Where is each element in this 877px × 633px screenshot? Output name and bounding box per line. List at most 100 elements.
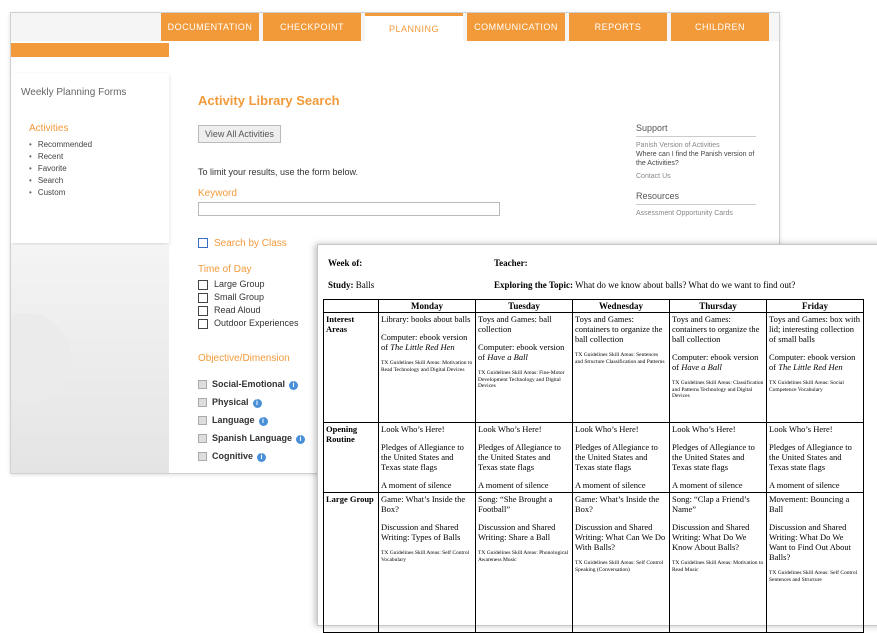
objective-list: Social-Emotional i Physical i Language i Sp… <box>198 375 306 465</box>
option-label: Small Group <box>214 292 265 302</box>
cell-text: Discussion and Shared Writing: What Do W… <box>769 522 851 562</box>
table-row: Interest Areas Library: books about ball… <box>323 312 864 423</box>
tab-reports[interactable]: REPORTS <box>569 13 667 41</box>
objective-label: Spanish Language <box>212 433 293 443</box>
objective-dimension-label: Objective/Dimension <box>198 353 290 364</box>
sidebar-accent-band <box>11 43 169 57</box>
sidebar-item-recent[interactable]: Recent <box>29 151 92 163</box>
info-icon[interactable]: i <box>252 399 262 408</box>
day-header: Tuesday <box>475 299 573 313</box>
sidebar-item-search[interactable]: Search <box>29 175 92 187</box>
cell-text: Toys and Games: containers to organize t… <box>672 314 760 344</box>
option-label: Large Group <box>214 279 265 289</box>
checkbox-outdoor-experiences[interactable]: Outdoor Experiences <box>198 317 299 330</box>
support-heading: Support <box>636 123 756 137</box>
resources-link-assessment[interactable]: Assessment Opportunity Cards <box>636 209 756 218</box>
sidebar-activity-list: Recommended Recent Favorite Search Custo… <box>29 139 92 199</box>
row-label-opening-routine: Opening Routine <box>323 422 379 493</box>
tab-planning[interactable]: PLANNING <box>365 13 463 41</box>
table-cell: Song: “She Brought a Football” Discussion… <box>475 492 573 633</box>
checkbox-small-group[interactable]: Small Group <box>198 291 299 304</box>
expand-icon <box>198 398 207 408</box>
skill-areas: TX Guidelines Skill Areas: Motivation to… <box>381 360 473 373</box>
page-title: Activity Library Search <box>198 93 340 108</box>
expand-icon <box>198 380 207 390</box>
expand-icon <box>198 434 207 444</box>
sidebar-item-weekly-planning-forms[interactable]: Weekly Planning Forms <box>21 87 126 98</box>
day-header: Wednesday <box>572 299 670 313</box>
teacher-label: Teacher: <box>494 258 528 268</box>
cell-text: A moment of silence <box>672 480 743 490</box>
sidebar-item-custom[interactable]: Custom <box>29 187 92 199</box>
info-icon[interactable]: i <box>258 417 268 426</box>
tab-communication[interactable]: COMMUNICATION <box>467 13 565 41</box>
tab-children[interactable]: CHILDREN <box>671 13 769 41</box>
skill-areas: TX Guidelines Skill Areas: Fine-Motor De… <box>478 370 565 389</box>
cell-text: Song: “She Brought a Football” <box>478 494 553 514</box>
cell-text: Game: What’s Inside the Box? <box>381 494 466 514</box>
cell-text: A moment of silence <box>575 480 646 490</box>
weekly-planning-document: Week of: Teacher: Study: Balls Exploring… <box>317 244 877 633</box>
cell-text: Discussion and Shared Writing: What Do W… <box>672 522 750 552</box>
table-cell: Toys and Games: box with lid; interestin… <box>766 312 864 423</box>
skill-areas: TX Guidelines Skill Areas: Self Control … <box>575 560 664 573</box>
time-of-day-options: Large Group Small Group Read Aloud Outdo… <box>198 278 299 330</box>
objective-physical[interactable]: Physical i <box>198 393 305 411</box>
study-label: Study: <box>328 280 354 290</box>
objective-language[interactable]: Language i <box>198 411 305 429</box>
cell-text: Computer: ebook version of The Little Re… <box>381 332 473 352</box>
table-cell: Toys and Games: containers to organize t… <box>669 312 767 423</box>
table-cell: Look Who’s Here! Pledges of Allegiance to… <box>669 422 767 493</box>
sidebar-item-favorite[interactable]: Favorite <box>29 163 92 175</box>
sidebar-item-recommended[interactable]: Recommended <box>29 139 92 151</box>
tab-documentation[interactable]: DOCUMENTATION <box>161 13 259 41</box>
objective-label: Cognitive <box>212 451 254 461</box>
cell-text: Look Who’s Here! <box>769 424 833 434</box>
support-link-faq[interactable]: Where can I find the Panish version of t… <box>636 150 756 168</box>
table-cell: Look Who’s Here! Pledges of Allegiance to… <box>378 422 476 493</box>
tab-checkpoint[interactable]: CHECKPOINT <box>263 13 361 41</box>
info-icon[interactable]: i <box>296 435 306 444</box>
study-value: Balls <box>355 280 375 290</box>
cell-text: Pledges of Allegiance to the United Stat… <box>672 442 755 472</box>
checkbox-icon <box>198 279 208 290</box>
support-link-contact[interactable]: Contact Us <box>636 172 756 181</box>
option-label: Read Aloud <box>214 305 261 315</box>
cell-text: Library: books about balls <box>381 314 471 324</box>
table-cell: Toys and Games: ball collection Computer:… <box>475 312 573 423</box>
book-title: The Little Red Hen <box>778 362 843 372</box>
info-icon[interactable]: i <box>257 453 267 462</box>
checkbox-large-group[interactable]: Large Group <box>198 278 299 291</box>
row-label-large-group: Large Group <box>323 492 379 633</box>
table-cell: Game: What’s Inside the Box? Discussion a… <box>572 492 670 633</box>
table-cell: Song: “Clap a Friend’s Name” Discussion a… <box>669 492 767 633</box>
cell-text: Computer: ebook version of Have a Ball <box>672 352 764 372</box>
view-all-activities-button[interactable]: View All Activities <box>198 125 281 143</box>
table-cell: Look Who’s Here! Pledges of Allegiance to… <box>572 422 670 493</box>
sidebar-section-activities[interactable]: Activities <box>29 123 68 134</box>
cell-text: Look Who’s Here! <box>575 424 639 434</box>
book-title: Have a Ball <box>681 362 722 372</box>
book-title: Have a Ball <box>487 352 528 362</box>
table-cell: Movement: Bouncing a Ball Discussion and … <box>766 492 864 633</box>
day-header: Thursday <box>669 299 767 313</box>
objective-cognitive[interactable]: Cognitive i <box>198 447 305 465</box>
cell-text: Computer: ebook version of The Little Re… <box>769 352 861 372</box>
skill-areas: TX Guidelines Skill Areas: Motivation to… <box>672 560 764 573</box>
support-link-spanish[interactable]: Panish Version of Activities <box>636 141 756 150</box>
keyword-input[interactable] <box>198 202 500 216</box>
weekly-planning-table: Monday Tuesday Wednesday Thursday Friday… <box>323 299 864 633</box>
cell-text: Movement: Bouncing a Ball <box>769 494 850 514</box>
skill-areas: TX Guidelines Skill Areas: Self Control … <box>769 570 858 583</box>
cell-text: Toys and Games: containers to organize t… <box>575 314 663 344</box>
narrow-instructions: To limit your results, use the form belo… <box>198 167 359 177</box>
objective-spanish-language[interactable]: Spanish Language i <box>198 429 306 447</box>
info-icon[interactable]: i <box>289 381 299 390</box>
table-cell: Look Who’s Here! Pledges of Allegiance to… <box>475 422 573 493</box>
objective-social-emotional[interactable]: Social-Emotional i <box>198 375 305 393</box>
checkbox-icon <box>198 238 208 249</box>
skill-areas: TX Guidelines Skill Areas: Phonological … <box>478 550 569 563</box>
search-by-class-toggle[interactable]: Search by Class <box>198 238 287 249</box>
topic-label: Exploring the Topic: <box>494 280 574 290</box>
checkbox-read-aloud[interactable]: Read Aloud <box>198 304 299 317</box>
